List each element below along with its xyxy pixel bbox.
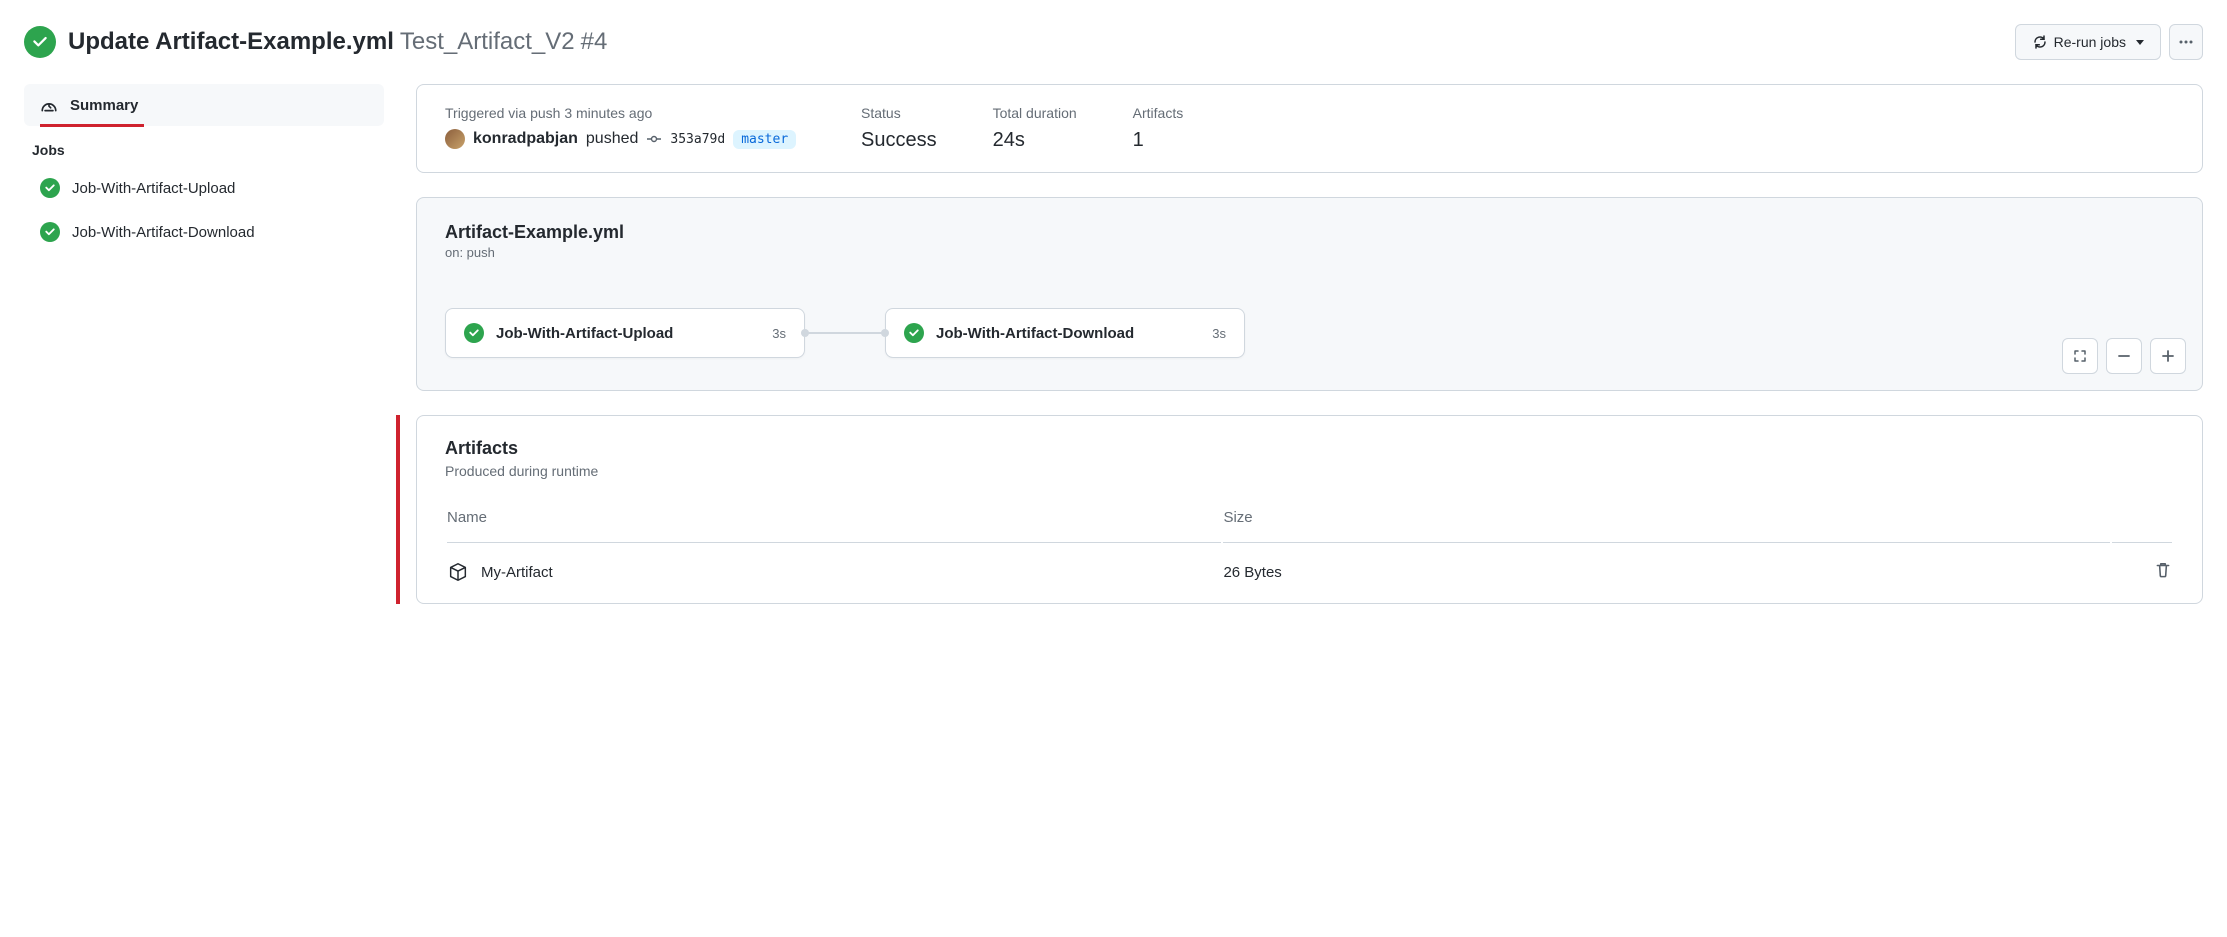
sidebar-job-label: Job-With-Artifact-Upload bbox=[72, 180, 235, 197]
zoom-out-button[interactable] bbox=[2106, 338, 2142, 374]
workflow-node-upload[interactable]: Job-With-Artifact-Upload 3s bbox=[445, 308, 805, 358]
kebab-menu-button[interactable] bbox=[2169, 24, 2203, 60]
branch-badge[interactable]: master bbox=[733, 130, 796, 149]
run-header: Update Artifact-Example.yml Test_Artifac… bbox=[24, 16, 2203, 84]
workflow-node-download[interactable]: Job-With-Artifact-Download 3s bbox=[885, 308, 1245, 358]
triggered-label: Triggered via push 3 minutes ago bbox=[445, 105, 805, 121]
workflow-graph-card: Artifact-Example.yml on: push Job-With-A… bbox=[416, 197, 2203, 391]
status-label: Status bbox=[861, 105, 937, 121]
jobs-heading: Jobs bbox=[24, 126, 384, 166]
sidebar-job-download[interactable]: Job-With-Artifact-Download bbox=[24, 210, 384, 254]
summary-card: Triggered via push 3 minutes ago konradp… bbox=[416, 84, 2203, 173]
workflow-file-name[interactable]: Artifact-Example.yml bbox=[445, 222, 2174, 243]
fullscreen-button[interactable] bbox=[2062, 338, 2098, 374]
sidebar-summary[interactable]: Summary bbox=[24, 84, 384, 126]
duration-label: Total duration bbox=[993, 105, 1077, 121]
page-title: Update Artifact-Example.yml Test_Artifac… bbox=[68, 28, 607, 56]
sidebar: Summary Jobs Job-With-Artifact-Upload Jo… bbox=[24, 84, 384, 604]
artifacts-col-size: Size bbox=[1223, 485, 2110, 540]
run-number: #4 bbox=[581, 28, 608, 56]
artifacts-count-value[interactable]: 1 bbox=[1133, 129, 1184, 152]
action-verb: pushed bbox=[586, 130, 639, 148]
package-icon bbox=[447, 561, 469, 583]
sync-icon bbox=[2032, 34, 2048, 50]
artifacts-subtitle: Produced during runtime bbox=[445, 463, 2174, 479]
avatar bbox=[445, 129, 465, 149]
commit-sha[interactable]: 353a79d bbox=[670, 132, 725, 147]
meter-icon bbox=[40, 96, 58, 114]
trash-icon bbox=[2154, 561, 2172, 579]
kebab-icon bbox=[2178, 34, 2194, 50]
caret-down-icon bbox=[2136, 40, 2144, 45]
artifact-row: My-Artifact 26 Bytes bbox=[447, 542, 2172, 601]
plus-icon bbox=[2160, 348, 2176, 364]
artifacts-section: Artifacts Produced during runtime Name S… bbox=[416, 415, 2203, 604]
sidebar-job-upload[interactable]: Job-With-Artifact-Upload bbox=[24, 166, 384, 210]
status-value: Success bbox=[861, 129, 937, 152]
check-circle-icon bbox=[40, 178, 60, 198]
check-circle-icon bbox=[904, 323, 924, 343]
artifacts-col-name: Name bbox=[447, 485, 1221, 540]
rerun-label: Re-run jobs bbox=[2054, 34, 2126, 50]
workflow-edge bbox=[805, 332, 885, 334]
check-circle-icon bbox=[464, 323, 484, 343]
zoom-in-button[interactable] bbox=[2150, 338, 2186, 374]
artifacts-title: Artifacts bbox=[445, 438, 2174, 459]
delete-artifact-button[interactable] bbox=[2154, 561, 2172, 579]
main-content: Triggered via push 3 minutes ago konradp… bbox=[416, 84, 2203, 604]
artifact-name[interactable]: My-Artifact bbox=[481, 564, 553, 581]
sidebar-summary-label: Summary bbox=[70, 97, 138, 114]
duration-value[interactable]: 24s bbox=[993, 129, 1077, 152]
workflow-node-duration: 3s bbox=[1212, 326, 1226, 341]
artifact-size: 26 Bytes bbox=[1223, 542, 2110, 601]
workflow-name: Update Artifact-Example.yml bbox=[68, 28, 394, 56]
actor-name[interactable]: konradpabjan bbox=[473, 130, 578, 148]
artifacts-count-label: Artifacts bbox=[1133, 105, 1184, 121]
check-circle-icon bbox=[40, 222, 60, 242]
workflow-graph: Job-With-Artifact-Upload 3s Job-With-Art… bbox=[445, 308, 2174, 358]
sidebar-job-label: Job-With-Artifact-Download bbox=[72, 224, 255, 241]
run-name: Test_Artifact_V2 bbox=[400, 28, 575, 56]
check-circle-icon bbox=[24, 26, 56, 58]
workflow-node-label: Job-With-Artifact-Upload bbox=[496, 325, 760, 342]
workflow-node-duration: 3s bbox=[772, 326, 786, 341]
workflow-node-label: Job-With-Artifact-Download bbox=[936, 325, 1200, 342]
minus-icon bbox=[2116, 348, 2132, 364]
git-commit-icon bbox=[646, 131, 662, 147]
fullscreen-icon bbox=[2072, 348, 2088, 364]
rerun-jobs-button[interactable]: Re-run jobs bbox=[2015, 24, 2161, 60]
workflow-trigger: on: push bbox=[445, 245, 2174, 260]
